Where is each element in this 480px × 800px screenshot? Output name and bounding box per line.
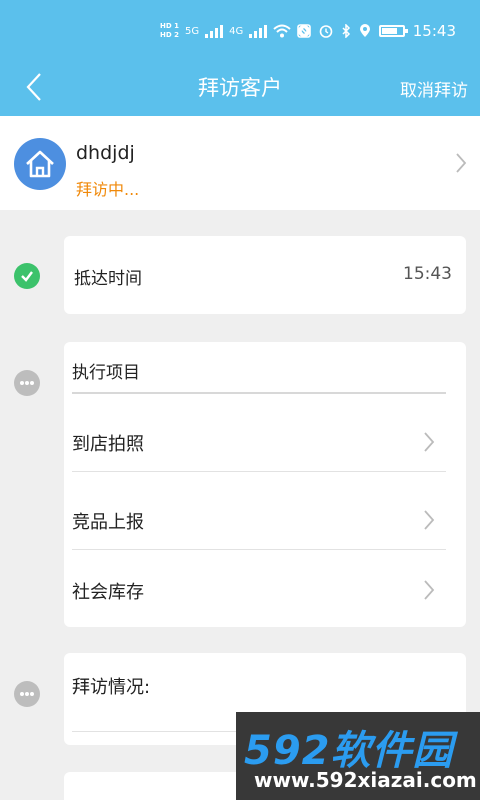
customer-avatar <box>14 138 66 190</box>
status-bar-system: 15:43 <box>296 22 456 40</box>
task-item-label: 竞品上报 <box>72 512 144 533</box>
signal-icon-2 <box>249 24 268 38</box>
wifi-icon <box>273 24 291 38</box>
network-type-2: 4G <box>229 25 244 37</box>
tasks-card: 执行项目 到店拍照 竞品上报 社会库存 <box>64 342 466 627</box>
nav-bar: 拜访客户 取消拜访 <box>0 62 480 112</box>
cancel-visit-button[interactable]: 取消拜访 <box>400 76 468 101</box>
network-type-1: 5G <box>184 25 200 37</box>
step-done-icon <box>14 263 40 289</box>
visit-status: 拜访中... <box>76 180 140 199</box>
watermark: 592软件园 www.592xiazai.com <box>236 712 480 800</box>
nfc-icon <box>296 24 311 38</box>
location-icon <box>359 24 370 37</box>
more-dots-icon <box>20 381 34 385</box>
alarm-icon <box>319 25 333 38</box>
app-header: HD 1 HD 2 5G 4G 15:43 拜访客户 取消拜访 <box>0 0 480 116</box>
visit-notes-label: 拜访情况: <box>72 677 151 698</box>
arrival-label: 抵达时间 <box>74 269 142 289</box>
task-item-photo[interactable]: 到店拍照 <box>64 394 466 472</box>
bluetooth-icon <box>342 24 350 38</box>
chevron-right-icon <box>424 580 435 600</box>
status-bar: HD 1 HD 2 5G 4G 15:43 <box>0 18 480 54</box>
chevron-right-icon <box>456 153 467 173</box>
chevron-right-icon <box>424 432 435 452</box>
watermark-url: www.592xiazai.com <box>254 768 477 792</box>
step-pending-icon <box>14 681 40 707</box>
signal-icon <box>205 24 224 38</box>
status-bar-network: HD 1 HD 2 5G 4G <box>160 22 311 40</box>
arrival-card: 抵达时间 15:43 <box>64 236 466 314</box>
battery-icon <box>378 25 408 37</box>
task-item-label: 社会库存 <box>72 582 144 603</box>
check-icon <box>21 271 33 282</box>
status-time: 15:43 <box>412 22 456 40</box>
sim1-label: HD 1 <box>160 22 179 30</box>
chevron-right-icon <box>424 510 435 530</box>
home-icon <box>26 150 54 178</box>
arrival-time: 15:43 <box>403 264 452 284</box>
tasks-title: 执行项目 <box>72 363 140 383</box>
task-item-label: 到店拍照 <box>72 434 144 455</box>
customer-card[interactable]: dhdjdj 拜访中... <box>0 116 480 210</box>
more-dots-icon <box>20 692 34 696</box>
task-item-competitor[interactable]: 竞品上报 <box>64 472 466 550</box>
sim2-label: HD 2 <box>160 31 179 39</box>
customer-name: dhdjdj <box>76 142 135 164</box>
step-pending-icon <box>14 370 40 396</box>
sim-badge: HD 1 HD 2 <box>160 22 179 40</box>
task-item-inventory[interactable]: 社会库存 <box>64 550 466 628</box>
